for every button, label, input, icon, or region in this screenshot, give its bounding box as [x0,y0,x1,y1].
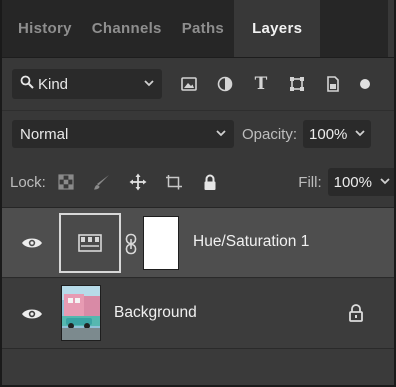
opacity-value: 100% [309,125,348,143]
lock-position-icon[interactable] [128,172,148,192]
chevron-down-icon [144,79,154,90]
lock-label: Lock: [10,173,46,191]
fill-label: Fill: [298,173,322,191]
layer-name[interactable]: Hue/Saturation 1 [193,233,309,251]
visibility-eye-icon[interactable] [20,305,44,323]
hue-saturation-icon [78,234,102,252]
layer-lock-icon[interactable] [348,303,364,323]
blend-mode-value: Normal [20,125,69,143]
visibility-eye-icon[interactable] [20,234,44,252]
layer-row-background[interactable]: Background [2,279,394,349]
image-filter-icon[interactable] [178,73,200,95]
chevron-down-icon[interactable] [355,129,366,140]
type-filter-icon[interactable]: T [250,73,272,95]
tab-overflow [388,0,394,57]
chevron-down-icon [216,129,226,140]
chevron-down-icon[interactable] [380,177,390,188]
panel-tab-bar: History Channels Paths Layers [2,0,394,58]
adjustment-layer-thumbnail[interactable] [59,213,121,273]
lock-transparent-pixels-icon[interactable] [56,172,76,192]
tab-layers[interactable]: Layers [234,0,321,57]
filter-kind-select[interactable]: Kind [12,69,162,99]
lock-icon-group [56,172,220,192]
layer-name[interactable]: Background [114,304,197,322]
lock-artboard-icon[interactable] [164,172,184,192]
opacity-label: Opacity: [242,125,298,143]
filter-toggle-icon[interactable] [360,79,370,89]
layers-panel: History Channels Paths Layers Kind T Nor… [0,0,396,387]
opacity-field[interactable]: 100% [303,120,372,148]
fill-field[interactable]: 100% [327,168,394,196]
blend-mode-row: Normal Opacity: 100% [2,110,394,157]
layer-image-thumbnail[interactable] [61,285,101,341]
layer-row-hue-saturation[interactable]: Hue/Saturation 1 [2,208,394,278]
tab-history[interactable]: History [2,0,82,57]
search-icon [20,75,34,93]
photo-thumbnail-image [62,286,100,340]
blend-mode-select[interactable]: Normal [12,120,234,148]
chain-link-icon[interactable] [124,233,138,255]
filter-icon-group: T [178,73,370,95]
layer-filter-row: Kind T [2,58,394,110]
fill-value: 100% [333,173,372,191]
adjustment-filter-icon[interactable] [214,73,236,95]
tab-channels[interactable]: Channels [82,0,172,57]
lock-row: Lock: Fill: 100% [2,157,394,208]
lock-image-pixels-icon[interactable] [92,172,112,192]
smart-object-filter-icon[interactable] [322,73,344,95]
tab-paths[interactable]: Paths [172,0,234,57]
shape-filter-icon[interactable] [286,73,308,95]
lock-all-icon[interactable] [200,172,220,192]
layer-list: Hue/Saturation 1 Background [2,208,394,385]
filter-kind-label: Kind [38,75,69,93]
layer-mask-thumbnail[interactable] [143,216,179,270]
